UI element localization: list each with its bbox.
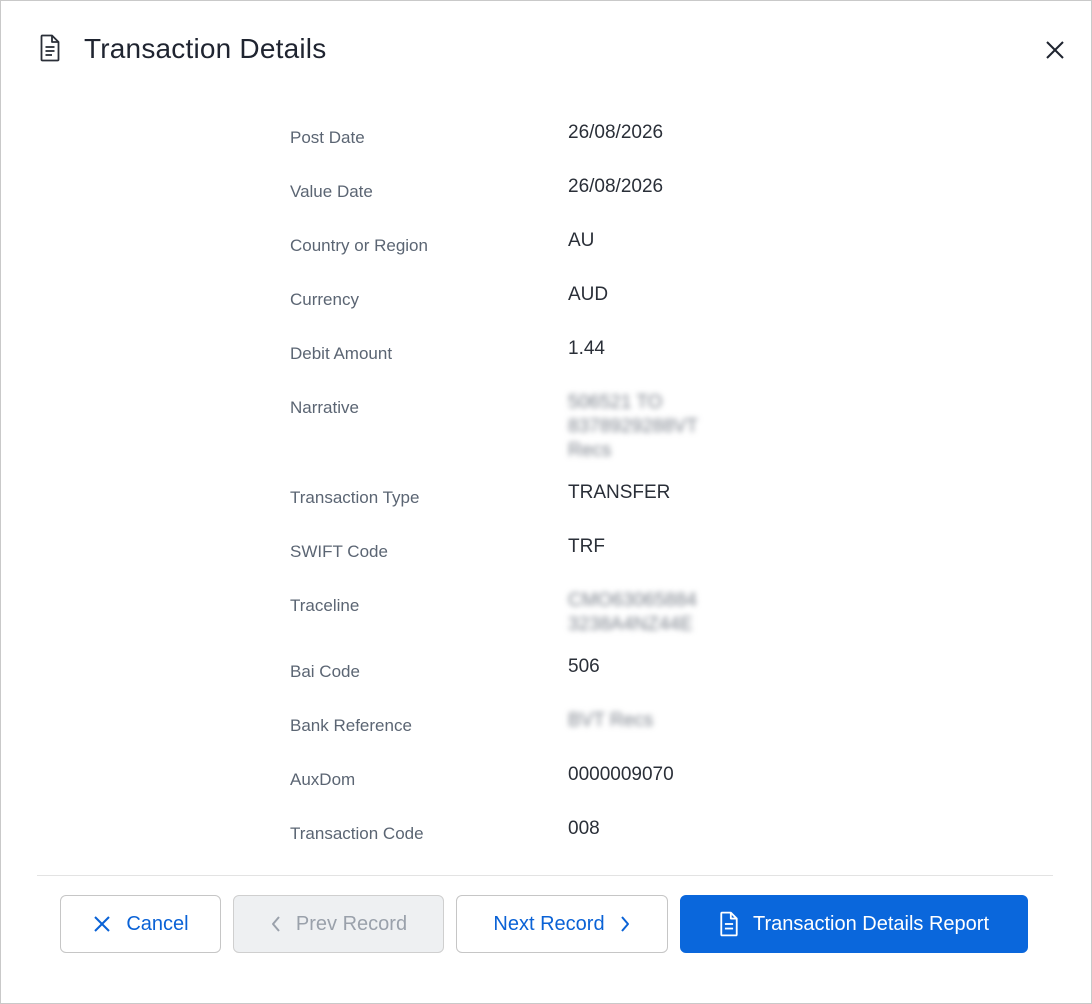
detail-label: Value Date <box>290 182 373 201</box>
detail-value: 506 <box>568 655 758 679</box>
detail-value-line: Recs <box>568 440 612 461</box>
document-icon <box>719 911 739 937</box>
detail-value-line: 506521 TO <box>568 392 663 413</box>
chevron-right-icon <box>619 914 631 934</box>
detail-value: 1.44 <box>568 337 758 361</box>
detail-label: AuxDom <box>290 770 356 789</box>
detail-value-line: CMO63065884 <box>568 590 697 611</box>
detail-value: 506521 TO 8378929288VT Recs <box>568 391 758 463</box>
detail-value-line: 8378929288VT <box>568 416 698 437</box>
next-record-label: Next Record <box>493 912 605 935</box>
document-icon <box>39 34 61 62</box>
detail-value-line: AU <box>568 230 595 251</box>
detail-value: 0000009070 <box>568 763 758 787</box>
detail-label: Traceline <box>290 596 360 615</box>
detail-value: CMO63065884 3238A4NZ44E <box>568 589 758 637</box>
detail-value-line: 506 <box>568 656 600 677</box>
footer-divider <box>37 875 1053 876</box>
report-label: Transaction Details Report <box>752 912 990 935</box>
detail-value-line: TRF <box>568 536 605 557</box>
detail-value-line: BVT Recs <box>568 710 654 731</box>
detail-label: Narrative <box>290 398 359 417</box>
detail-value-line: 1.44 <box>568 338 605 359</box>
detail-value: BVT Recs <box>568 709 758 733</box>
detail-value: 26/08/2026 <box>568 175 758 199</box>
detail-label: Currency <box>290 290 359 309</box>
detail-label: Bai Code <box>290 662 360 681</box>
detail-label: SWIFT Code <box>290 542 388 561</box>
detail-label: Transaction Type <box>290 488 420 507</box>
detail-value: 26/08/2026 <box>568 121 758 145</box>
cancel-label: Cancel <box>126 912 189 935</box>
detail-value-line: 26/08/2026 <box>568 176 664 197</box>
detail-value-line: 26/08/2026 <box>568 122 664 143</box>
detail-label: Transaction Code <box>290 824 424 843</box>
close-icon <box>92 914 112 934</box>
cancel-button[interactable]: Cancel <box>60 895 221 953</box>
detail-label: Post Date <box>290 128 365 147</box>
detail-value-line: 3238A4NZ44E <box>568 614 693 635</box>
detail-label: Debit Amount <box>290 344 393 363</box>
dialog-title: Transaction Details <box>84 33 327 64</box>
next-record-button[interactable]: Next Record <box>456 895 668 953</box>
detail-label: Bank Reference <box>290 716 412 735</box>
detail-value-line: 008 <box>568 818 600 839</box>
detail-value: AUD <box>568 283 758 307</box>
detail-value-line: TRANSFER <box>568 482 671 503</box>
detail-value-line: AUD <box>568 284 609 305</box>
detail-value: 008 <box>568 817 758 841</box>
transaction-details-dialog: Transaction Details Post Date 26/08/2026 V… <box>0 0 1092 1004</box>
chevron-left-icon <box>270 914 282 934</box>
detail-value: AU <box>568 229 758 253</box>
dialog-header: Transaction Details <box>1 1 1091 97</box>
transaction-details-report-button[interactable]: Transaction Details Report <box>680 895 1028 953</box>
detail-value: TRF <box>568 535 758 559</box>
prev-record-button[interactable]: Prev Record <box>233 895 444 953</box>
prev-record-label: Prev Record <box>295 912 408 935</box>
detail-value-line: 0000009070 <box>568 764 674 785</box>
close-icon[interactable] <box>1041 36 1069 64</box>
detail-value: TRANSFER <box>568 481 758 505</box>
detail-label: Country or Region <box>290 236 428 255</box>
